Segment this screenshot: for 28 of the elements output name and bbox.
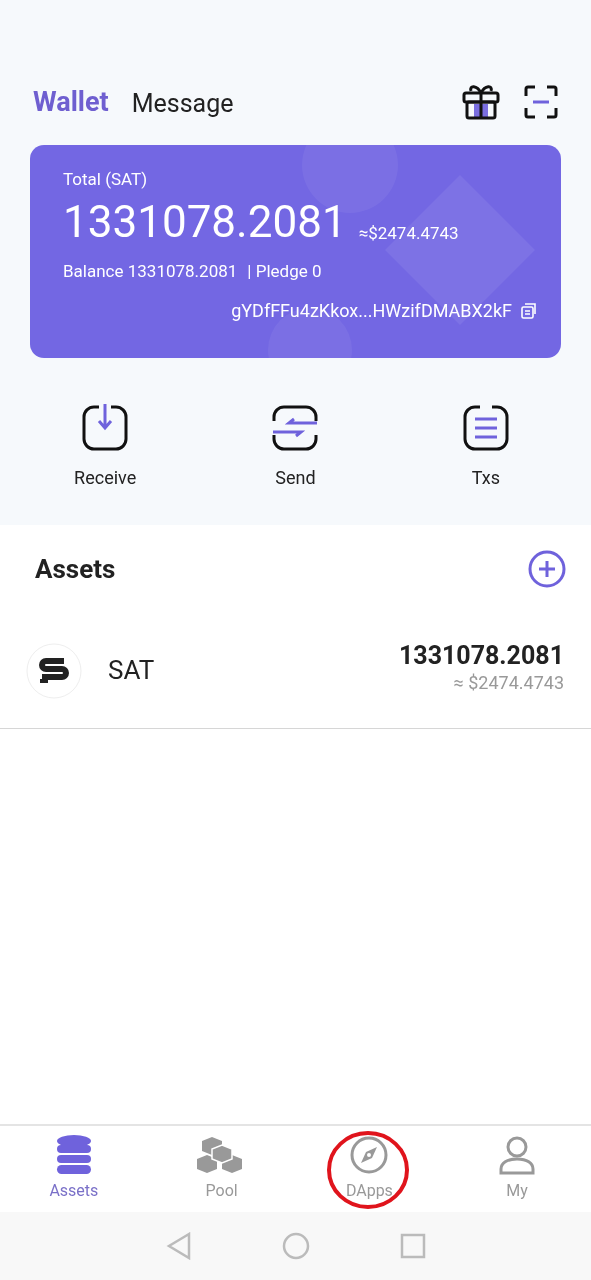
download-icon bbox=[81, 404, 130, 452]
header-tab[interactable]: Wallet bbox=[33, 81, 109, 123]
assets-title: Assets bbox=[35, 552, 116, 586]
asset-symbol: SAT bbox=[108, 654, 155, 687]
asset-amount: 1331078.2081 bbox=[398, 640, 564, 671]
total-label: Total (SAT) bbox=[63, 168, 149, 191]
fiat-value: ≈$2474.4743 bbox=[358, 222, 459, 245]
asset-fiat: ≈ $2474.4743 bbox=[453, 670, 564, 695]
action-button[interactable]: Send bbox=[200, 404, 391, 491]
copy-icon[interactable] bbox=[520, 302, 538, 320]
swap-icon bbox=[271, 404, 320, 452]
nav-tab[interactable]: Assets bbox=[0, 1126, 148, 1212]
add-icon[interactable] bbox=[528, 550, 566, 588]
action-button[interactable]: Receive bbox=[10, 404, 201, 491]
header-tab[interactable]: Message bbox=[131, 84, 234, 123]
pledge-text: | Pledge 0 bbox=[247, 260, 322, 283]
wallet-address: gYDfFFu4zKkox...HWzifDMABX2kF bbox=[231, 299, 512, 323]
gift-icon[interactable] bbox=[462, 84, 500, 120]
list-icon bbox=[461, 404, 510, 452]
scan-icon[interactable] bbox=[524, 85, 558, 119]
compass-icon bbox=[349, 1135, 390, 1175]
balance-text: Balance 1331078.2081 bbox=[63, 260, 238, 283]
total-amount: 1331078.2081 bbox=[63, 197, 347, 247]
token-logo-icon bbox=[26, 642, 82, 699]
database-icon bbox=[55, 1135, 92, 1175]
asset-row[interactable]: SAT 1331078.2081 ≈ $2474.4743 bbox=[0, 613, 591, 729]
user-icon bbox=[497, 1135, 538, 1175]
action-button[interactable]: Txs bbox=[390, 404, 581, 491]
